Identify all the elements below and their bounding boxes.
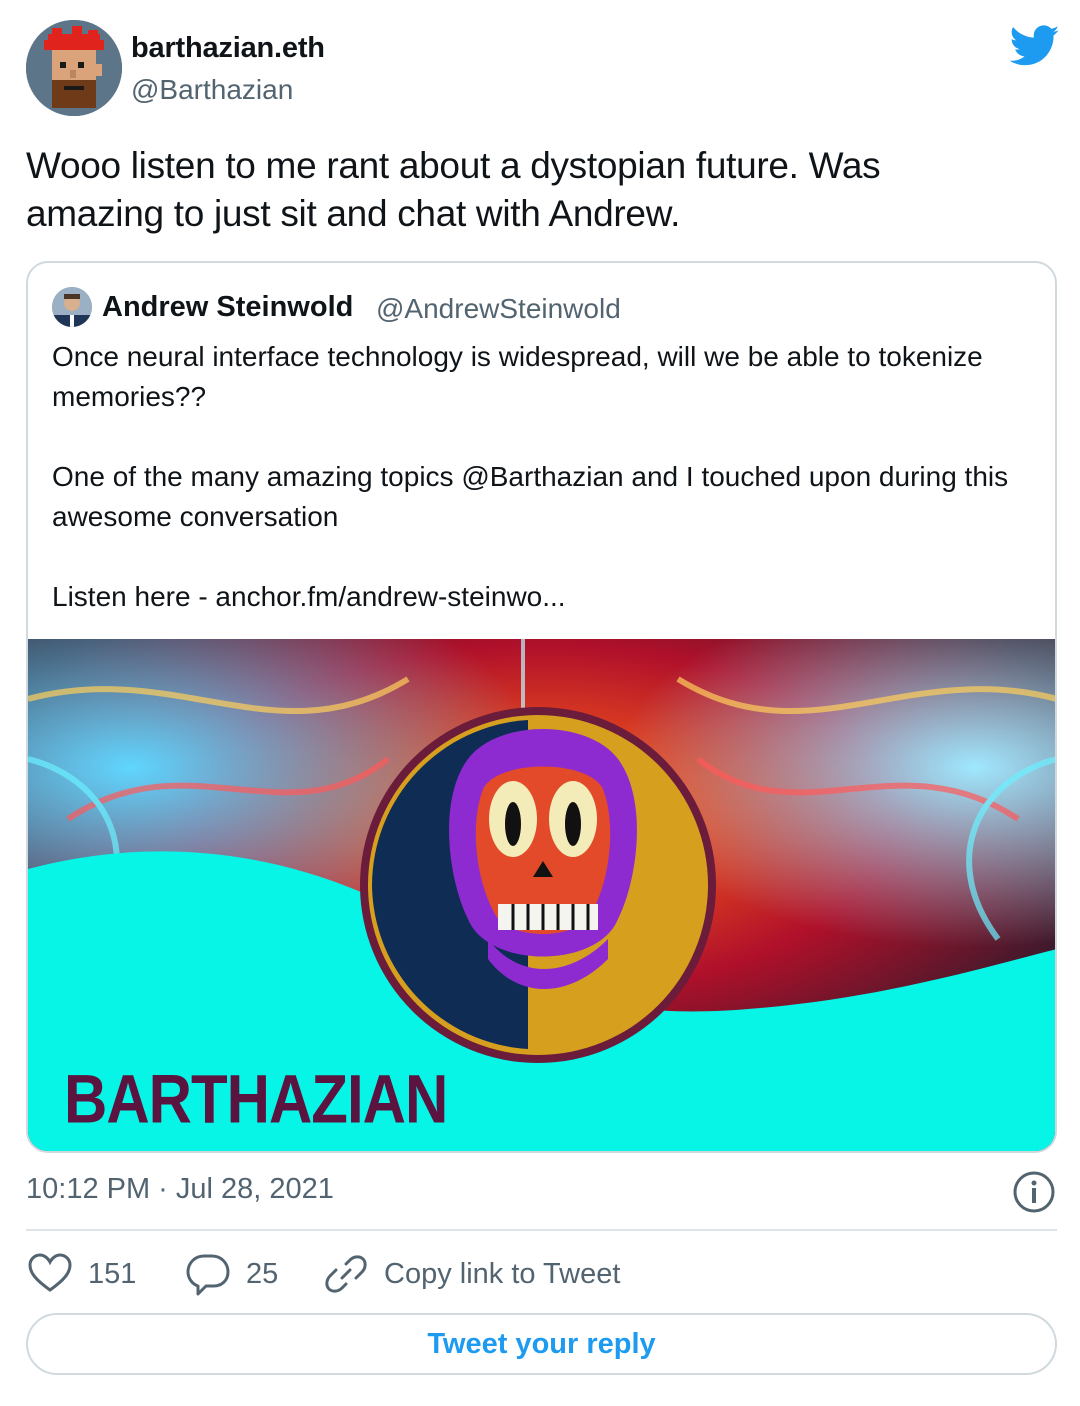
- reply-button[interactable]: 25: [184, 1246, 278, 1302]
- quoted-author-avatar[interactable]: [52, 287, 92, 327]
- copy-link-button[interactable]: Copy link to Tweet: [322, 1246, 620, 1302]
- divider: [26, 1229, 1057, 1231]
- like-button[interactable]: 151: [26, 1246, 136, 1302]
- tweet-header: barthazian.eth @Barthazian: [26, 20, 1060, 118]
- twitter-bird-icon[interactable]: [1010, 24, 1060, 68]
- author-avatar[interactable]: [26, 20, 122, 116]
- author-handle[interactable]: @Barthazian: [131, 74, 293, 106]
- tweet-text: Wooo listen to me rant about a dystopian…: [26, 145, 881, 234]
- copy-link-label: Copy link to Tweet: [384, 1257, 621, 1290]
- person-avatar-icon: [52, 287, 92, 327]
- quoted-author-handle[interactable]: @AndrewSteinwold: [376, 293, 621, 325]
- quoted-tweet-text: Once neural interface technology is wide…: [52, 341, 1009, 612]
- pixel-punk-avatar-icon: [26, 20, 122, 116]
- quoted-tweet[interactable]: Andrew Steinwold @AndrewSteinwold Once n…: [26, 261, 1057, 1153]
- author-name[interactable]: barthazian.eth: [131, 32, 325, 65]
- link-icon: [325, 1255, 367, 1293]
- podcast-brand-label: BARTHAZIAN: [64, 1060, 448, 1138]
- speech-bubble-icon: [186, 1254, 230, 1296]
- tweet-timestamp[interactable]: 10:12 PM · Jul 28, 2021: [26, 1173, 334, 1206]
- heart-icon: [28, 1253, 72, 1292]
- reply-count: 25: [246, 1257, 279, 1290]
- like-count: 151: [88, 1257, 137, 1290]
- info-icon[interactable]: [1012, 1170, 1056, 1214]
- quoted-author-name[interactable]: Andrew Steinwold: [102, 291, 353, 324]
- tweet-actions: 151 25 Copy link to Tweet: [26, 1246, 1057, 1302]
- quoted-media-image[interactable]: BARTHAZIAN: [28, 639, 1055, 1151]
- tweet-your-reply-button[interactable]: Tweet your reply: [26, 1313, 1057, 1375]
